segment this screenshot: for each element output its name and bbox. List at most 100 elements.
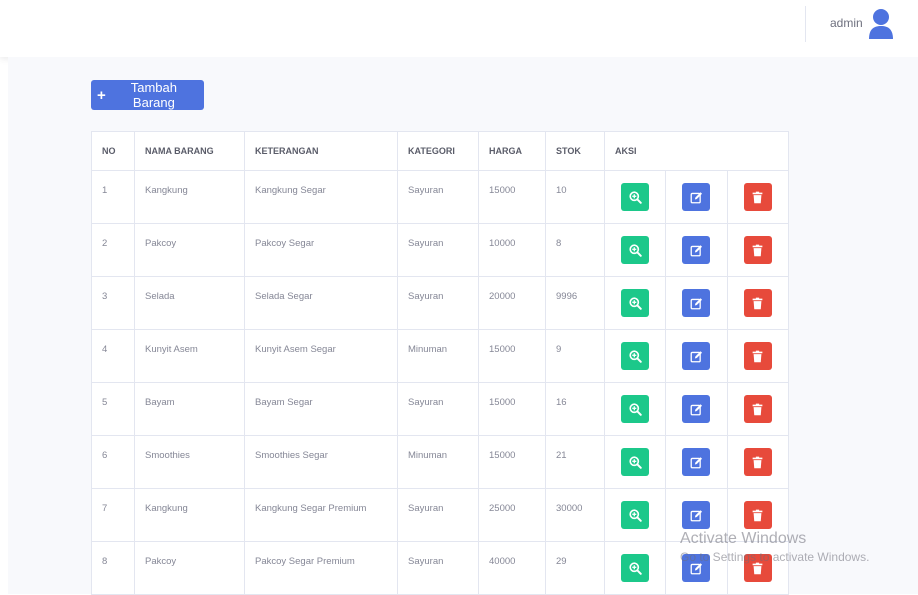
cell-stok: 21: [545, 435, 605, 489]
header-no: NO: [91, 131, 135, 171]
header-stok: STOK: [545, 131, 605, 171]
cell-stok: 16: [545, 382, 605, 436]
cell-kategori: Minuman: [397, 435, 479, 489]
table-row: 1 Kangkung Kangkung Segar Sayuran 15000 10: [91, 170, 790, 224]
cell-nama-barang: Smoothies: [134, 435, 245, 489]
items-table: NO NAMA BARANG KETERANGAN KATEGORI HARGA…: [91, 131, 790, 595]
cell-kategori: Sayuran: [397, 170, 479, 224]
cell-kategori: Minuman: [397, 329, 479, 383]
edit-icon: [690, 562, 703, 575]
edit-button[interactable]: [682, 448, 711, 476]
view-button[interactable]: [621, 554, 650, 582]
trash-icon: [751, 562, 764, 575]
cell-nama-barang: Selada: [134, 276, 245, 330]
delete-button[interactable]: [743, 289, 772, 317]
edit-button[interactable]: [682, 395, 711, 423]
cell-stok: 30000: [545, 488, 605, 542]
view-button[interactable]: [621, 289, 650, 317]
cell-nama-barang: Kunyit Asem: [134, 329, 245, 383]
header-aksi: AKSI: [604, 131, 789, 171]
action-cell: [726, 329, 790, 383]
delete-button[interactable]: [743, 395, 772, 423]
cell-nama-barang: Kangkung: [134, 488, 245, 542]
cell-kategori: Sayuran: [397, 276, 479, 330]
plus-icon: +: [97, 86, 106, 104]
view-button[interactable]: [621, 395, 650, 423]
view-button[interactable]: [621, 236, 650, 264]
cell-nama-barang: Kangkung: [134, 170, 245, 224]
table-body: 1 Kangkung Kangkung Segar Sayuran 15000 10 2 Pa…: [91, 170, 790, 595]
cell-stok: 8: [545, 223, 605, 277]
action-cell: [603, 435, 667, 489]
delete-button[interactable]: [743, 448, 772, 476]
cell-stok: 9: [545, 329, 605, 383]
delete-button[interactable]: [743, 342, 772, 370]
header-nama-barang: NAMA BARANG: [134, 131, 245, 171]
cell-kategori: Sayuran: [397, 541, 479, 595]
cell-no: 4: [91, 329, 135, 383]
action-cell: [665, 488, 728, 542]
topbar: admin: [0, 0, 918, 57]
delete-button[interactable]: [743, 501, 772, 529]
header-harga: HARGA: [478, 131, 546, 171]
cell-harga: 20000: [478, 276, 546, 330]
cell-stok: 9996: [545, 276, 605, 330]
action-cell: [603, 223, 667, 277]
topbar-divider: [805, 6, 806, 42]
table-row: 5 Bayam Bayam Segar Sayuran 15000 16: [91, 382, 790, 436]
view-button[interactable]: [621, 342, 650, 370]
search-plus-icon: [629, 561, 642, 575]
action-cell: [665, 276, 728, 330]
cell-keterangan: Bayam Segar: [244, 382, 398, 436]
add-item-button[interactable]: + Tambah Barang: [91, 80, 204, 110]
cell-stok: 10: [545, 170, 605, 224]
header-kategori: KATEGORI: [397, 131, 479, 171]
action-cell: [726, 276, 790, 330]
trash-icon: [751, 297, 764, 310]
view-button[interactable]: [621, 448, 650, 476]
edit-icon: [690, 509, 703, 522]
trash-icon: [751, 403, 764, 416]
trash-icon: [751, 509, 764, 522]
action-cell: [726, 435, 790, 489]
edit-icon: [690, 350, 703, 363]
search-plus-icon: [629, 349, 642, 363]
action-cell: [726, 223, 790, 277]
cell-harga: 40000: [478, 541, 546, 595]
cell-keterangan: Kangkung Segar: [244, 170, 398, 224]
user-name[interactable]: admin: [830, 16, 863, 30]
cell-keterangan: Pakcoy Segar: [244, 223, 398, 277]
action-cell: [603, 170, 667, 224]
edit-button[interactable]: [682, 236, 711, 264]
delete-button[interactable]: [743, 183, 772, 211]
edit-button[interactable]: [682, 342, 711, 370]
edit-button[interactable]: [682, 289, 711, 317]
search-plus-icon: [629, 296, 642, 310]
edit-button[interactable]: [682, 183, 711, 211]
delete-button[interactable]: [743, 554, 772, 582]
add-item-label: Tambah Barang: [130, 80, 177, 110]
cell-keterangan: Selada Segar: [244, 276, 398, 330]
edit-button[interactable]: [682, 554, 711, 582]
action-cell: [665, 435, 728, 489]
search-plus-icon: [629, 243, 642, 257]
view-button[interactable]: [621, 501, 650, 529]
cell-keterangan: Kangkung Segar Premium: [244, 488, 398, 542]
delete-button[interactable]: [743, 236, 772, 264]
user-avatar-icon[interactable]: [868, 8, 894, 40]
action-cell: [603, 329, 667, 383]
cell-stok: 29: [545, 541, 605, 595]
cell-harga: 15000: [478, 435, 546, 489]
cell-keterangan: Pakcoy Segar Premium: [244, 541, 398, 595]
edit-button[interactable]: [682, 501, 711, 529]
view-button[interactable]: [621, 183, 650, 211]
edit-icon: [690, 456, 703, 469]
cell-keterangan: Kunyit Asem Segar: [244, 329, 398, 383]
action-cell: [603, 382, 667, 436]
search-plus-icon: [629, 402, 642, 416]
search-plus-icon: [629, 190, 642, 204]
action-cell: [665, 382, 728, 436]
table-row: 2 Pakcoy Pakcoy Segar Sayuran 10000 8: [91, 223, 790, 277]
cell-keterangan: Smoothies Segar: [244, 435, 398, 489]
trash-icon: [751, 350, 764, 363]
